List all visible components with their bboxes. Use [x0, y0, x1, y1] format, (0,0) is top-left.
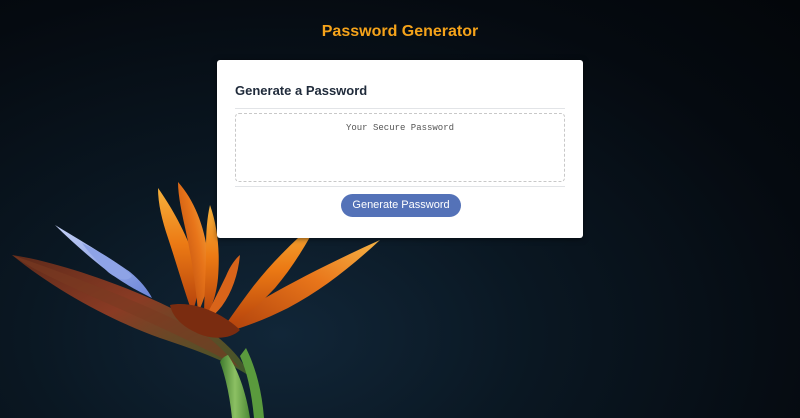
password-generator-card: Generate a Password Generate Password [217, 60, 583, 238]
card-header-divider [235, 108, 565, 109]
card-footer-divider [235, 186, 565, 187]
page-title: Password Generator [321, 23, 479, 40]
password-output-field[interactable] [235, 113, 565, 182]
card-title: Generate a Password [235, 83, 368, 98]
generate-password-button[interactable]: Generate Password [341, 194, 461, 217]
